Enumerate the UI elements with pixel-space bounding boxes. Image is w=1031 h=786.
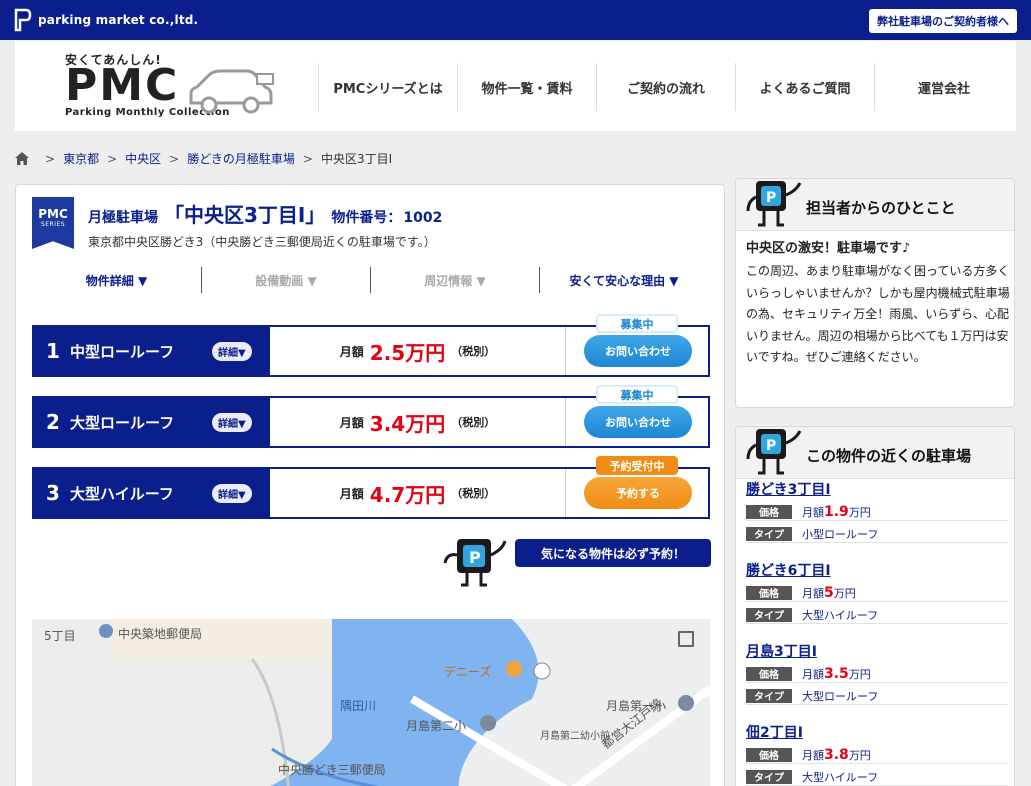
svg-text:P: P bbox=[766, 190, 776, 206]
nearby-parking-box: P この物件の近くの駐車場 勝どき3丁目I 価格 月額1.9万円 タイプ 小型ロ… bbox=[735, 426, 1015, 786]
pmc-series-badge: PMC SERIES bbox=[32, 197, 74, 249]
property-number-label: 物件番号： bbox=[331, 210, 402, 226]
nearby-box-title: この物件の近くの駐車場 bbox=[806, 447, 972, 465]
space-row: 3 大型ハイルーフ 詳細▼ 月額 4.7万円 （税別） 予約する 予約受付中 bbox=[32, 456, 710, 519]
nearby-type: 大型ハイルーフ bbox=[802, 770, 879, 784]
tab-surroundings[interactable]: 周辺情報 ▼ bbox=[370, 267, 539, 293]
main-nav: PMCシリーズとは 物件一覧・賃料 ご契約の流れ よくあるご質問 運営会社 bbox=[318, 63, 1013, 111]
property-tabs: 物件詳細 ▼ 設備動画 ▼ 周辺情報 ▼ 安くて安心な理由 ▼ bbox=[32, 267, 708, 293]
nearby-item: 勝どき6丁目I 価格 月額5万円 タイプ 大型ハイルーフ bbox=[746, 560, 1008, 624]
property-kind: 月極駐車場 bbox=[88, 210, 158, 226]
nearby-price: 3.5 bbox=[824, 665, 849, 682]
location-map[interactable]: 5丁目 中央築地郵便局 デニーズ 隅田川 月島第二小 月島第一小 月島第二幼小前… bbox=[32, 619, 710, 786]
nav-pmc-series[interactable]: PMCシリーズとは bbox=[318, 63, 457, 111]
status-badge: 予約受付中 bbox=[596, 456, 678, 475]
space-number: 2 bbox=[46, 410, 60, 434]
price-amount: 2.5万円 bbox=[369, 340, 446, 365]
breadcrumb-chuo[interactable]: 中央区 bbox=[125, 150, 161, 167]
top-bar: parking market co.,ltd. 弊社駐車場のご契約者様へ bbox=[0, 0, 1031, 40]
space-price: 月額 2.5万円 （税別） bbox=[270, 327, 565, 375]
nav-property-list[interactable]: 物件一覧・賃料 bbox=[457, 63, 596, 111]
inquiry-button[interactable]: お問い合わせ bbox=[584, 406, 692, 438]
svg-text:P: P bbox=[766, 438, 776, 454]
price-amount: 4.7万円 bbox=[369, 482, 446, 507]
map-label: デニーズ bbox=[444, 665, 492, 679]
parking-mascot-icon: P bbox=[441, 535, 513, 595]
nearby-item-link[interactable]: 月島3丁目I bbox=[746, 641, 1008, 661]
reserve-callout: P 気になる物件は必ず予約！ bbox=[441, 535, 711, 595]
tab-property-detail[interactable]: 物件詳細 ▼ bbox=[32, 267, 201, 293]
status-badge: 募集中 bbox=[596, 314, 678, 333]
nav-company[interactable]: 運営会社 bbox=[874, 63, 1013, 111]
space-row: 2 大型ロールーフ 詳細▼ 月額 3.4万円 （税別） お問い合わせ 募集中 bbox=[32, 385, 710, 448]
nearby-type: 大型ハイルーフ bbox=[802, 608, 879, 622]
parking-mascot-icon: P bbox=[744, 427, 804, 483]
nearby-item-link[interactable]: 勝どき6丁目I bbox=[746, 560, 1008, 580]
nearby-price: 1.9 bbox=[824, 503, 849, 520]
staff-box-title: 担当者からのひとこと bbox=[806, 199, 956, 217]
space-price: 月額 3.4万円 （税別） bbox=[270, 398, 565, 446]
map-label: 中央築地郵便局 bbox=[118, 627, 203, 641]
space-type: 大型ハイルーフ bbox=[70, 484, 174, 503]
reserve-button[interactable]: 予約する bbox=[584, 477, 692, 509]
nearby-price: 5 bbox=[824, 584, 834, 601]
parking-mascot-icon: P bbox=[744, 179, 804, 235]
company-name: parking market co.,ltd. bbox=[38, 13, 199, 27]
nearby-price: 3.8 bbox=[824, 746, 849, 763]
fullscreen-icon[interactable] bbox=[678, 631, 694, 647]
map-label: 5丁目 bbox=[44, 629, 76, 643]
nav-faq[interactable]: よくあるご質問 bbox=[735, 63, 874, 111]
map-label: 月島第二小 bbox=[406, 719, 467, 733]
nearby-item: 佃2丁目I 価格 月額3.8万円 タイプ 大型ハイルーフ bbox=[746, 722, 1008, 786]
space-type: 大型ロールーフ bbox=[70, 413, 175, 432]
staff-comment-box: P 担当者からのひとこと 中央区の激安！駐車場です♪ この周辺、あまり駐車場がな… bbox=[735, 178, 1015, 408]
property-number: 1002 bbox=[403, 210, 443, 226]
staff-message-body: この周辺、あまり駐車場がなく困っている方多くいらっしゃいませんか？しかも屋内機械… bbox=[746, 264, 1010, 364]
breadcrumb-current: 中央区3丁目I bbox=[320, 152, 393, 166]
space-row: 1 中型ロールーフ 詳細▼ 月額 2.5万円 （税別） お問い合わせ 募集中 bbox=[32, 314, 710, 377]
pmc-logo[interactable]: 安くてあんしん! PMC Parking Monthly Collection bbox=[65, 49, 285, 121]
property-address: 東京都中央区勝どき3（中央勝どき三郵便局近くの駐車場です。） bbox=[88, 235, 436, 249]
nearby-type: 小型ロールーフ bbox=[802, 527, 879, 541]
company-logo-icon bbox=[14, 8, 32, 32]
tab-equipment-video[interactable]: 設備動画 ▼ bbox=[201, 267, 370, 293]
tab-safety-reasons[interactable]: 安くて安心な理由 ▼ bbox=[539, 267, 708, 293]
car-icon bbox=[187, 69, 277, 119]
breadcrumb: > 東京都 > 中央区 > 勝どきの月極駐車場 > 中央区3丁目I bbox=[15, 150, 392, 167]
space-detail-button[interactable]: 詳細▼ bbox=[212, 483, 252, 503]
logo-name: PMC bbox=[65, 60, 180, 111]
space-detail-button[interactable]: 詳細▼ bbox=[212, 412, 252, 432]
breadcrumb-tokyo[interactable]: 東京都 bbox=[63, 150, 99, 167]
nearby-type: 大型ロールーフ bbox=[802, 689, 879, 703]
status-badge: 募集中 bbox=[596, 385, 678, 404]
nearby-item: 勝どき3丁目I 価格 月額1.9万円 タイプ 小型ロールーフ bbox=[746, 479, 1008, 543]
company-brand[interactable]: parking market co.,ltd. bbox=[14, 8, 198, 32]
space-price: 月額 4.7万円 （税別） bbox=[270, 469, 565, 517]
map-label: 隅田川 bbox=[340, 699, 377, 713]
nearby-item: 月島3丁目I 価格 月額3.5万円 タイプ 大型ロールーフ bbox=[746, 641, 1008, 705]
space-detail-button[interactable]: 詳細▼ bbox=[212, 341, 252, 361]
nav-contract-flow[interactable]: ご契約の流れ bbox=[596, 63, 735, 111]
property-name: 「中央区3丁目I」 bbox=[164, 203, 326, 227]
property-title: 月極駐車場 「中央区3丁目I」 物件番号： 1002 bbox=[88, 199, 442, 228]
breadcrumb-kachidoki[interactable]: 勝どきの月極駐車場 bbox=[187, 150, 295, 167]
nearby-item-link[interactable]: 勝どき3丁目I bbox=[746, 479, 1008, 499]
map-label: 中央勝どき三郵便局 bbox=[278, 763, 386, 777]
svg-text:P: P bbox=[469, 548, 481, 567]
space-number: 1 bbox=[46, 339, 60, 363]
space-type: 中型ロールーフ bbox=[70, 342, 175, 361]
home-icon[interactable] bbox=[15, 152, 29, 165]
property-panel: PMC SERIES 月極駐車場 「中央区3丁目I」 物件番号： 1002 東京… bbox=[15, 184, 725, 786]
site-header: 安くてあんしん! PMC Parking Monthly Collection … bbox=[15, 41, 1016, 131]
staff-message-title: 中央区の激安！駐車場です♪ bbox=[746, 241, 911, 256]
owner-link-button[interactable]: 弊社駐車場のご契約者様へ bbox=[869, 9, 1017, 33]
price-amount: 3.4万円 bbox=[369, 411, 446, 436]
nearby-item-link[interactable]: 佃2丁目I bbox=[746, 722, 1008, 742]
space-number: 3 bbox=[46, 481, 60, 505]
inquiry-button[interactable]: お問い合わせ bbox=[584, 335, 692, 367]
reserve-message: 気になる物件は必ず予約！ bbox=[515, 539, 711, 567]
